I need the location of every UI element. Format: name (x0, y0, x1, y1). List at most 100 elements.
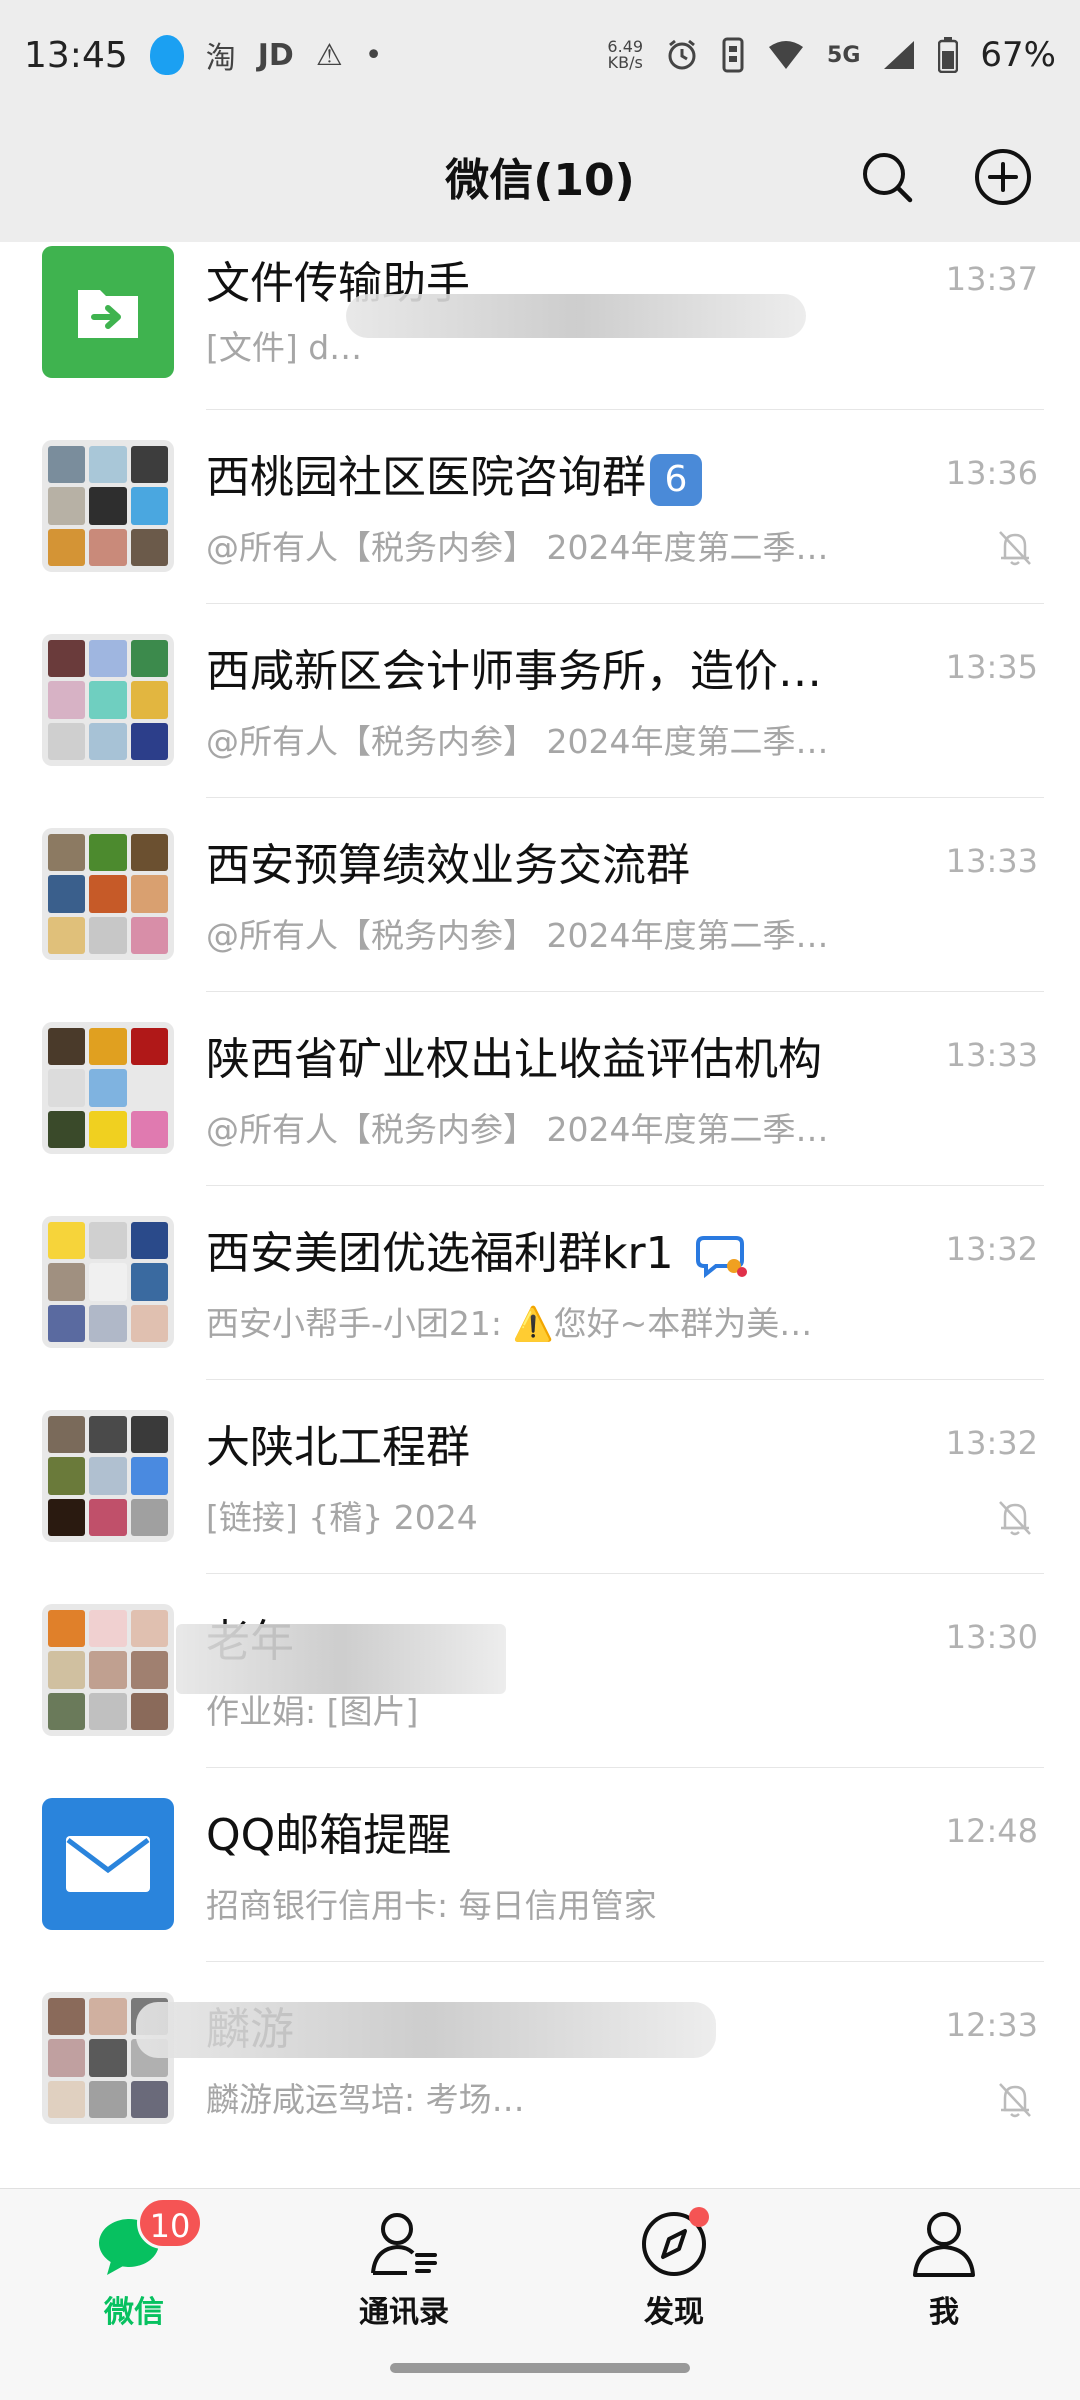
chat-item-linyou[interactable]: 麟游 麟游咸运驾培: 考场… 12:33 (0, 1962, 1080, 2156)
chat-item-xian-budget[interactable]: 西安预算绩效业务交流群 @所有人【税务内参】 2024年度第二季… 13:33 (0, 798, 1080, 992)
chat-content: 大陕北工程群 [链接] {稽} 2024 13:32 (206, 1380, 1044, 1574)
status-time: 13:45 (24, 34, 128, 76)
chat-time: 13:36 (945, 454, 1038, 492)
file-transfer-avatar (42, 246, 174, 378)
chat-time: 12:48 (945, 1812, 1038, 1850)
chat-title: 大陕北工程群 (206, 1422, 470, 1473)
mute-bell-icon (999, 2083, 1031, 2118)
wechat-screen: 13:45 淘 JD ⚠ • 6.49 KB/s 5G 67% 微信(10) 文… (0, 0, 1080, 2400)
chat-content: 文件传输助手 [文件] d… 13:37 (206, 242, 1044, 410)
tab-label: 我 (929, 2295, 959, 2330)
chat-item-shaanxi-mining[interactable]: 陕西省矿业权出让收益评估机构 @所有人【税务内参】 2024年度第二季… 13:… (0, 992, 1080, 1186)
add-button[interactable] (972, 146, 1034, 208)
chat-time: 12:33 (945, 2006, 1038, 2044)
tab-me[interactable]: 我 (844, 2207, 1044, 2331)
chat-preview: 作业娟: [图片] (206, 1692, 419, 1731)
group-avatar (42, 828, 174, 960)
tab-discover[interactable]: 发现 (574, 2207, 774, 2331)
chat-preview: @所有人【税务内参】 2024年度第二季… (206, 528, 829, 567)
unread-badge: 10 (137, 2197, 203, 2249)
chat-preview: 招商银行信用卡: 每日信用管家 (206, 1886, 657, 1925)
chat-content: 西安美团优选福利群kr1 西安小帮手-小团21: ⚠️您好~本群为美… 13:3… (206, 1186, 1044, 1380)
tab-label: 发现 (644, 2295, 704, 2330)
group-avatar (42, 1604, 174, 1736)
bottom-tab-bar: 10 微信 通讯录 发现 我 (0, 2188, 1080, 2400)
chat-bubble-icon (695, 1236, 747, 1279)
taobao-icon: 淘 (205, 41, 236, 76)
chat-preview: @所有人【税务内参】 2024年度第二季… (206, 722, 829, 761)
chat-item-laonian[interactable]: 老年 作业娟: [图片] 13:30 (0, 1574, 1080, 1768)
tab-contacts-icon-wrap (367, 2207, 441, 2281)
tab-contacts[interactable]: 通讯录 (304, 2207, 504, 2331)
battery-percent: 67% (980, 35, 1056, 75)
status-bar: 13:45 淘 JD ⚠ • 6.49 KB/s 5G 67% (0, 0, 1080, 110)
home-indicator[interactable] (390, 2363, 690, 2373)
tab-me-icon-wrap (907, 2207, 981, 2281)
alarm-icon (668, 39, 696, 70)
folder-arrow-icon (78, 290, 138, 338)
status-right: 6.49 KB/s 5G 67% (607, 35, 1056, 75)
chat-time: 13:32 (945, 1424, 1038, 1462)
chat-title-text: 西桃园社区医院咨询群 (206, 452, 646, 503)
header-actions (856, 146, 1034, 208)
group-avatar (42, 1410, 174, 1542)
net-speed: 6.49 KB/s (607, 39, 643, 71)
chat-item-xixian-accounting[interactable]: 西咸新区会计师事务所，造价… @所有人【税务内参】 2024年度第二季… 13:… (0, 604, 1080, 798)
chat-content: 西桃园社区医院咨询群 6 @所有人【税务内参】 2024年度第二季… 13:36 (206, 410, 1044, 604)
chat-title: 陕西省矿业权出让收益评估机构 (206, 1034, 822, 1085)
chat-time: 13:30 (945, 1618, 1038, 1656)
plus-circle-icon (975, 149, 1031, 205)
chat-content: 陕西省矿业权出让收益评估机构 @所有人【税务内参】 2024年度第二季… 13:… (206, 992, 1044, 1186)
group-avatar (42, 440, 174, 572)
person-icon (913, 2212, 975, 2277)
jd-icon: JD (257, 37, 294, 73)
tab-chats-icon-wrap: 10 (97, 2197, 203, 2281)
envelope-icon (66, 1836, 150, 1892)
group-avatar (42, 1216, 174, 1348)
tab-discover-icon-wrap (637, 2207, 711, 2281)
chat-time: 13:37 (945, 260, 1038, 298)
chat-item-meituan[interactable]: 西安美团优选福利群kr1 西安小帮手-小团21: ⚠️您好~本群为美… 13:3… (0, 1186, 1080, 1380)
chat-preview: @所有人【税务内参】 2024年度第二季… (206, 916, 829, 955)
tab-label: 微信 (104, 2295, 164, 2330)
chat-title: 西桃园社区医院咨询群 6 (206, 450, 854, 506)
chat-preview: 西安小帮手-小团21: ⚠️您好~本群为美… (206, 1304, 813, 1343)
chat-title: 西安美团优选福利群kr1 (206, 1226, 854, 1282)
dot-icon: • (364, 37, 383, 73)
battery-icon (938, 37, 959, 73)
blurred-region (136, 2002, 716, 2058)
chat-time: 13:33 (945, 1036, 1038, 1074)
search-button[interactable] (856, 146, 918, 208)
mute-bell-icon (999, 1501, 1031, 1536)
chat-item-file-transfer[interactable]: 文件传输助手 [文件] d… 13:37 (0, 242, 1080, 410)
tab-label: 通讯录 (359, 2295, 449, 2330)
number-badge: 6 (650, 454, 702, 506)
chat-title: 西咸新区会计师事务所，造价… (206, 646, 822, 697)
status-left: 13:45 淘 JD ⚠ • (24, 33, 382, 77)
warning-icon: ⚠ (315, 37, 343, 73)
mute-bell-icon (999, 531, 1031, 566)
tab-chats[interactable]: 10 微信 (34, 2197, 234, 2331)
qq-icon (149, 35, 184, 75)
chat-preview: @所有人【税务内参】 2024年度第二季… (206, 1110, 829, 1149)
wifi-icon (769, 41, 804, 69)
chat-time: 13:35 (945, 648, 1038, 686)
discover-red-dot (689, 2207, 709, 2227)
chat-list: 文件传输助手 [文件] d… 13:37 西桃园社区医院咨询群 6 @所有人【税务… (0, 242, 1080, 2188)
chat-content: 麟游 麟游咸运驾培: 考场… 12:33 (136, 1962, 1044, 2156)
chat-item-dashanbei[interactable]: 大陕北工程群 [链接] {稽} 2024 13:32 (0, 1380, 1080, 1574)
chat-item-xitaoyuan[interactable]: 西桃园社区医院咨询群 6 @所有人【税务内参】 2024年度第二季… 13:36 (0, 410, 1080, 604)
blurred-region (176, 1624, 506, 1694)
network-type: 5G (827, 42, 861, 68)
contacts-icon (371, 2213, 437, 2275)
group-avatar (42, 634, 174, 766)
search-icon (863, 153, 913, 203)
blurred-region (346, 294, 806, 338)
vibrate-icon (722, 37, 744, 73)
chat-preview: 麟游咸运驾培: 考场… (206, 2080, 525, 2119)
group-avatar (42, 1022, 174, 1154)
chat-preview: [链接] {稽} 2024 (206, 1498, 478, 1537)
page-title: 微信(10) (445, 155, 635, 206)
chat-item-qq-mail[interactable]: QQ邮箱提醒 招商银行信用卡: 每日信用管家 12:48 (0, 1768, 1080, 1962)
net-speed-unit: KB/s (607, 53, 643, 72)
